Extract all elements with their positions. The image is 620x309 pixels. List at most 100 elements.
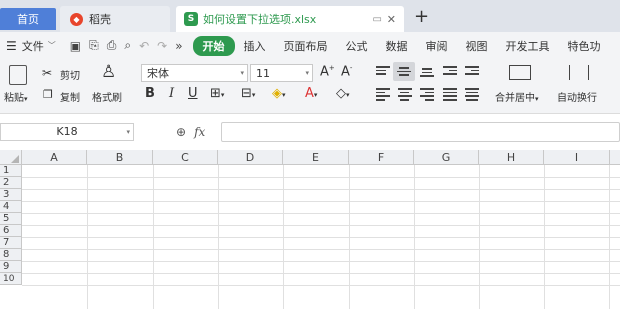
merge-center-icon[interactable] (509, 65, 531, 80)
font-size-value: 11 (256, 66, 270, 80)
font-color-icon[interactable]: A▾ (305, 86, 317, 101)
grid-line (22, 249, 620, 250)
menu-tab-data[interactable]: 数据 (377, 38, 417, 54)
align-middle-icon (397, 67, 411, 79)
increase-font-icon[interactable]: A+ (320, 64, 335, 79)
column-header-a[interactable]: A (22, 150, 87, 165)
indent-decrease-icon[interactable] (443, 66, 457, 78)
cut-button[interactable]: 剪切 (60, 67, 80, 82)
redo-icon[interactable]: ↷ (157, 39, 167, 53)
column-header-c[interactable]: C (153, 150, 218, 165)
font-size-select[interactable]: 11 ▾ (250, 64, 313, 82)
fill-color-icon[interactable]: ◈▾ (272, 86, 286, 101)
zoom-icon[interactable]: ⊕ (176, 125, 186, 139)
window-icon[interactable]: ▭ (373, 14, 382, 25)
row-header-7[interactable]: 7 (0, 237, 22, 249)
menu-tab-special[interactable]: 特色功 (559, 38, 610, 54)
copy-icon[interactable]: ❐ (43, 88, 53, 101)
tab-home[interactable]: 首页 (0, 8, 56, 30)
undo-icon[interactable]: ↶ (139, 39, 149, 53)
scissors-icon[interactable]: ✂ (42, 66, 52, 80)
format-painter-button[interactable]: 格式刷 (92, 89, 122, 104)
name-box[interactable]: K18 ▾ (0, 123, 134, 141)
justify-icon[interactable] (443, 88, 457, 101)
column-header-i[interactable]: I (544, 150, 610, 165)
spreadsheet-grid[interactable]: A B C D E F G H I 1 2 3 4 5 6 7 8 9 10 (0, 150, 620, 309)
menu-tab-review[interactable]: 审阅 (417, 38, 457, 54)
paste-button[interactable]: 粘贴▾ (4, 89, 28, 104)
indent-increase-icon[interactable] (465, 66, 479, 78)
grid-line (22, 225, 620, 226)
name-box-value: K18 (56, 125, 78, 138)
column-header-d[interactable]: D (218, 150, 283, 165)
column-header-f[interactable]: F (349, 150, 414, 165)
row-header-6[interactable]: 6 (0, 225, 22, 237)
menu-tab-start[interactable]: 开始 (192, 35, 235, 56)
row-header-2[interactable]: 2 (0, 177, 22, 189)
ribbon-tabs: 开始 插入 页面布局 公式 数据 审阅 视图 开发工具 特色功 (192, 35, 610, 56)
column-header-h[interactable]: H (479, 150, 544, 165)
row-header-5[interactable]: 5 (0, 213, 22, 225)
row-header-8[interactable]: 8 (0, 249, 22, 261)
border-icon[interactable]: ⊞▾ (210, 86, 224, 101)
align-top-icon[interactable] (376, 66, 390, 78)
decrease-font-icon[interactable]: A- (341, 64, 352, 79)
new-tab-button[interactable]: + (414, 6, 429, 27)
grid-line (22, 237, 620, 238)
row-header-4[interactable]: 4 (0, 201, 22, 213)
format-painter-icon[interactable]: ♙ (101, 62, 116, 82)
auto-wrap-button[interactable]: 自动换行 (557, 89, 597, 104)
auto-wrap-icon[interactable] (569, 65, 589, 80)
print-icon[interactable]: ⎙ (107, 38, 117, 53)
font-name-select[interactable]: 宋体 ▾ (141, 64, 248, 82)
select-all-corner[interactable] (0, 150, 22, 165)
align-right-icon[interactable] (420, 88, 434, 101)
daoke-logo-icon: ◆ (70, 12, 83, 26)
spreadsheet-icon: S (184, 12, 198, 26)
merge-center-label: 合并居中 (495, 93, 535, 104)
grid-line (22, 189, 620, 190)
tab-file-label: 如何设置下拉选项.xlsx (203, 13, 317, 26)
paste-label: 粘贴 (4, 93, 24, 104)
align-left-icon[interactable] (376, 88, 390, 101)
row-header-3[interactable]: 3 (0, 189, 22, 201)
distributed-align-icon[interactable] (465, 88, 479, 101)
fx-icon[interactable]: fx (194, 125, 205, 139)
menu-tab-view[interactable]: 视图 (457, 38, 497, 54)
tab-daoke[interactable]: ◆ 稻壳 (60, 6, 170, 32)
save-icon[interactable]: ▣ (70, 39, 81, 53)
close-tab-icon[interactable]: ✕ (387, 13, 396, 26)
clear-format-icon[interactable]: ◇▾ (336, 86, 350, 101)
tab-current-file[interactable]: S 如何设置下拉选项.xlsx ▭ ✕ (176, 6, 404, 32)
print-preview-icon[interactable]: ⌕ (124, 38, 131, 53)
file-menu[interactable]: ☰ 文件 ﹀ (6, 38, 56, 54)
row-header-10[interactable]: 10 (0, 273, 22, 285)
merge-center-button[interactable]: 合并居中▾ (495, 89, 539, 104)
paste-icon[interactable] (9, 65, 27, 85)
ribbon-toolbar: 粘贴▾ ✂ 剪切 ❐ 复制 ♙ 格式刷 宋体 ▾ 11 ▾ A+ A- B I … (0, 59, 620, 114)
menu-tab-developer[interactable]: 开发工具 (497, 38, 559, 54)
column-header-b[interactable]: B (87, 150, 153, 165)
column-header-e[interactable]: E (283, 150, 349, 165)
align-bottom-icon[interactable] (420, 68, 434, 80)
file-menu-label: 文件 (21, 39, 44, 53)
menu-tab-page-layout[interactable]: 页面布局 (275, 38, 337, 54)
grid-line (22, 261, 620, 262)
hamburger-icon: ☰ (6, 38, 17, 53)
row-header-1[interactable]: 1 (0, 165, 22, 177)
export-pdf-icon[interactable]: ⎘ (89, 38, 99, 53)
bold-icon[interactable]: B (145, 86, 155, 101)
chevron-down-icon: ﹀ (47, 41, 56, 50)
align-center-icon[interactable] (398, 88, 412, 101)
italic-icon[interactable]: I (169, 86, 174, 101)
menu-tab-formulas[interactable]: 公式 (337, 38, 377, 54)
column-header-g[interactable]: G (414, 150, 479, 165)
row-header-9[interactable]: 9 (0, 261, 22, 273)
more-chevron-icon[interactable]: » (175, 39, 182, 53)
formula-input[interactable] (221, 122, 620, 142)
merge-format-icon[interactable]: ⊟▾ (241, 86, 255, 101)
menu-tab-insert[interactable]: 插入 (235, 38, 275, 54)
copy-button[interactable]: 复制 (60, 89, 80, 104)
underline-icon[interactable]: U (188, 86, 198, 101)
tab-daoke-label: 稻壳 (89, 13, 111, 26)
